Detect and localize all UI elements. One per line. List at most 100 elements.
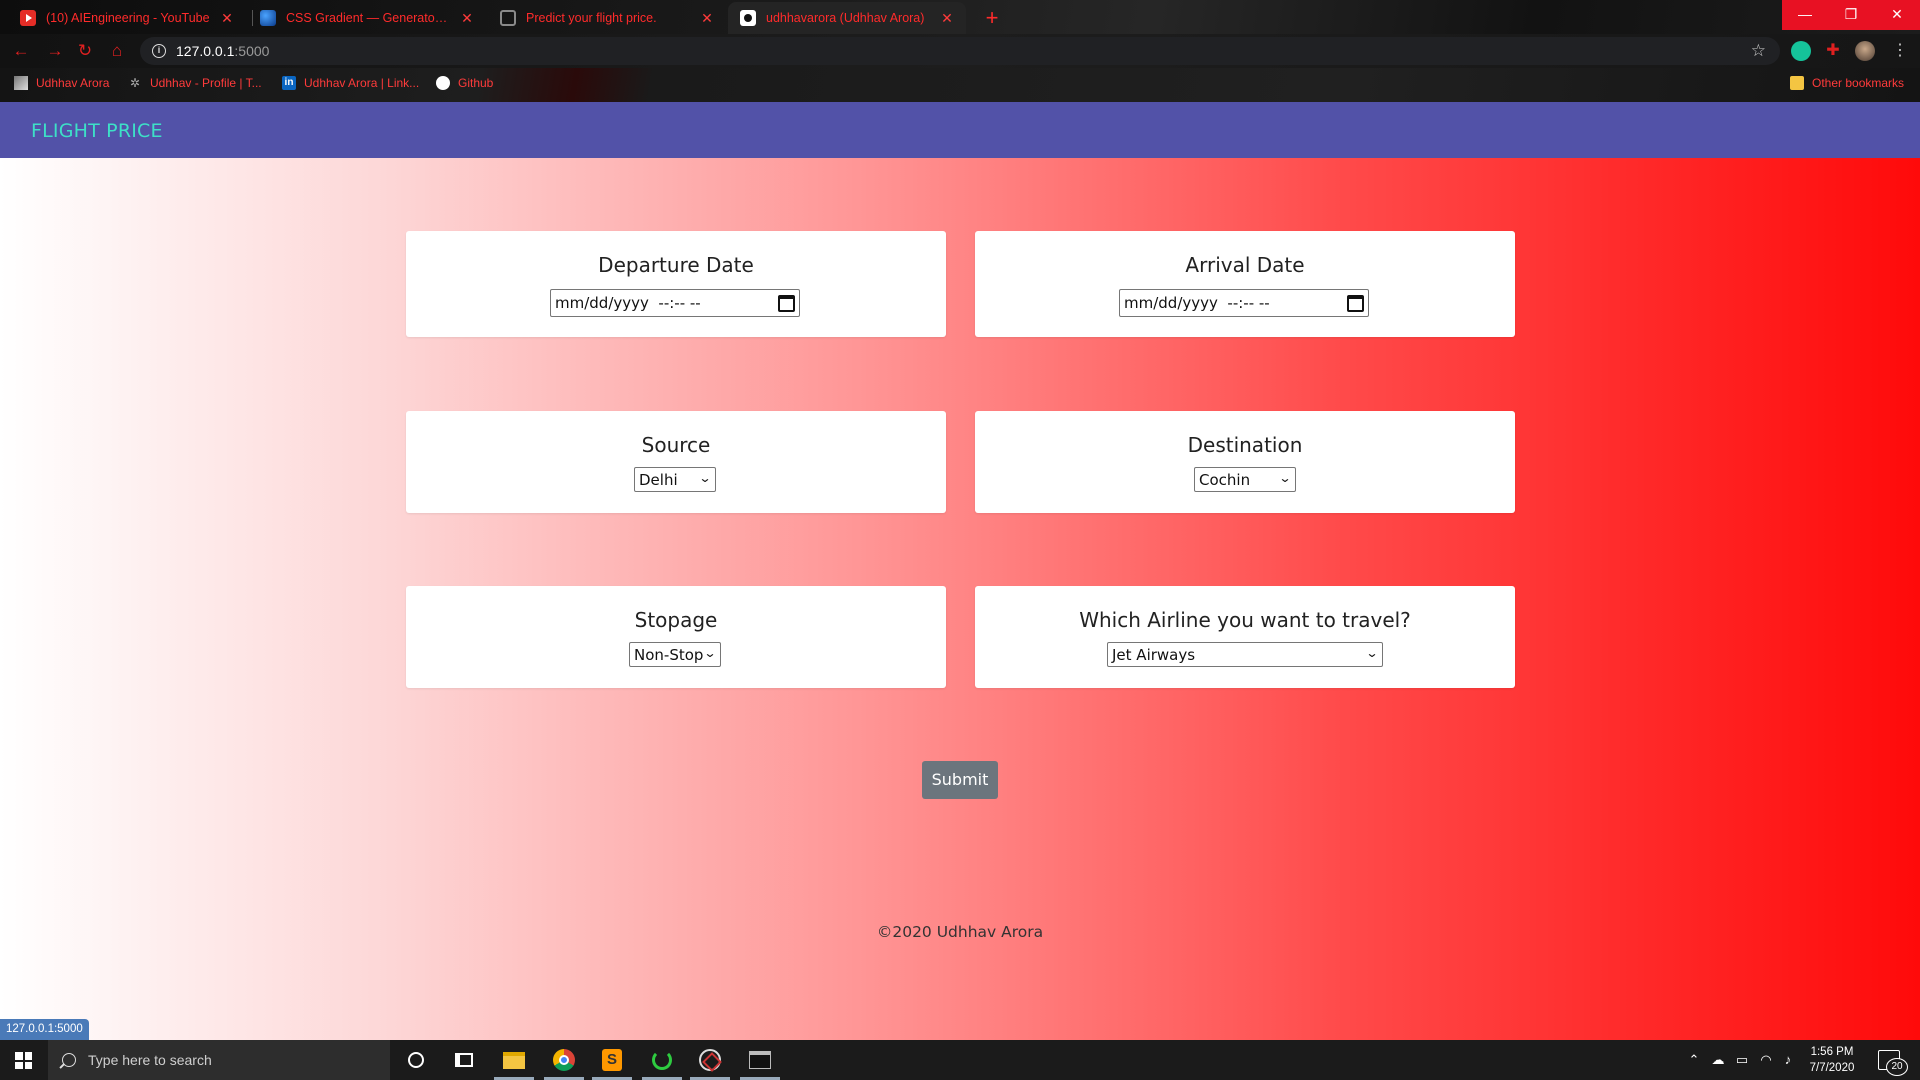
restore-button[interactable]: ❐	[1828, 0, 1874, 30]
taskbar-chrome[interactable]	[540, 1040, 588, 1080]
onedrive-cloud-icon[interactable]: ☁	[1710, 1052, 1726, 1068]
page-content: FLIGHT PRICE Departure Date mm/dd/yyyy -…	[0, 102, 1920, 1040]
taskbar-loader-app[interactable]	[638, 1040, 686, 1080]
close-icon[interactable]: ✕	[460, 10, 474, 27]
departure-card: Departure Date mm/dd/yyyy --:-- --	[406, 231, 946, 337]
chrome-icon	[553, 1049, 575, 1071]
info-icon[interactable]: i	[152, 44, 166, 58]
tab-label: Predict your flight price.	[526, 11, 657, 25]
bookmark-item[interactable]: Udhhav Arora	[14, 76, 109, 90]
taskbar-sublime[interactable]: S	[588, 1040, 636, 1080]
departure-placeholder: mm/dd/yyyy --:-- --	[555, 294, 701, 312]
calendar-icon[interactable]	[778, 295, 795, 312]
airline-select[interactable]: Jet Airways ⌄	[1107, 642, 1383, 667]
taskbar-clock[interactable]: 1:56 PM 7/7/2020	[1800, 1044, 1864, 1076]
source-card: Source Delhi ⌄	[406, 411, 946, 513]
tab-css-gradient[interactable]: CSS Gradient — Generator, Mak ✕	[248, 2, 486, 34]
spider-web-icon	[699, 1049, 721, 1071]
bookmark-item[interactable]: Github	[436, 76, 493, 90]
close-icon[interactable]: ✕	[220, 10, 234, 27]
bookmarks-bar: Udhhav Arora ✲ Udhhav - Profile | T... i…	[0, 68, 1920, 102]
clock-date: 7/7/2020	[1809, 1062, 1855, 1074]
bookmark-label: Github	[458, 76, 494, 90]
home-icon[interactable]: ⌂	[104, 39, 130, 63]
submit-button[interactable]: Submit	[922, 761, 998, 799]
chevron-down-icon: ⌄	[698, 471, 712, 485]
cortana-button[interactable]	[392, 1040, 440, 1080]
arrival-placeholder: mm/dd/yyyy --:-- --	[1124, 294, 1270, 312]
bookmark-label: Udhhav - Profile | T...	[150, 76, 262, 90]
chevron-up-icon[interactable]: ⌃	[1686, 1052, 1702, 1068]
app-navbar: FLIGHT PRICE	[0, 102, 1920, 158]
back-arrow-icon[interactable]: ←	[8, 39, 34, 63]
url-host: 127.0.0.1	[176, 43, 235, 59]
new-tab-button[interactable]: +	[978, 4, 1006, 32]
volume-icon[interactable]: ♪	[1780, 1052, 1796, 1068]
departure-datetime-input[interactable]: mm/dd/yyyy --:-- --	[550, 289, 800, 317]
reload-icon[interactable]: ↻	[72, 39, 98, 63]
notification-count: 20	[1886, 1058, 1908, 1076]
close-icon[interactable]: ✕	[940, 10, 954, 27]
clock-time: 1:56 PM	[1810, 1046, 1854, 1058]
profile-avatar[interactable]	[1855, 41, 1875, 61]
profile-photo-icon	[14, 76, 28, 90]
sublime-text-icon: S	[602, 1049, 622, 1071]
stopage-card: Stopage Non-Stop ⌄	[406, 586, 946, 688]
status-bar-url: 127.0.0.1:5000	[0, 1019, 89, 1040]
stopage-title: Stopage	[634, 608, 718, 632]
chevron-down-icon: ⌄	[703, 646, 717, 660]
windows-taskbar: Type here to search S ⌃ ☁ ▭ ◠ ♪ 1:56 PM …	[0, 1040, 1920, 1080]
start-button[interactable]	[0, 1040, 48, 1080]
arrival-datetime-input[interactable]: mm/dd/yyyy --:-- --	[1119, 289, 1369, 317]
refresh-circle-icon	[652, 1050, 672, 1070]
other-bookmarks[interactable]: Other bookmarks	[1790, 76, 1904, 90]
taskbar-terminal[interactable]	[736, 1040, 784, 1080]
forward-arrow-icon[interactable]: →	[42, 39, 68, 63]
source-value: Delhi	[639, 470, 678, 489]
kaggle-icon: ✲	[129, 76, 141, 90]
brand-link[interactable]: FLIGHT PRICE	[31, 120, 163, 142]
stopage-select[interactable]: Non-Stop ⌄	[629, 642, 721, 667]
extensions-puzzle-icon[interactable]: ✚	[1823, 41, 1843, 61]
linkedin-icon: in	[282, 76, 296, 90]
window-close-button[interactable]: ✕	[1874, 0, 1920, 30]
tab-github[interactable]: udhhavarora (Udhhav Arora) ✕	[728, 2, 966, 34]
airline-title: Which Airline you want to travel?	[1079, 608, 1411, 632]
taskbar-search[interactable]: Type here to search	[48, 1040, 390, 1080]
airline-card: Which Airline you want to travel? Jet Ai…	[975, 586, 1515, 688]
folder-icon	[503, 1051, 525, 1069]
destination-value: Cochin	[1199, 470, 1251, 489]
tab-flight-price[interactable]: Predict your flight price. ✕	[488, 2, 726, 34]
bookmark-label: Udhhav Arora	[36, 76, 110, 90]
wifi-icon[interactable]: ◠	[1758, 1052, 1774, 1068]
stopage-value: Non-Stop	[634, 645, 704, 664]
source-title: Source	[641, 433, 711, 457]
minimize-button[interactable]: —	[1782, 0, 1828, 30]
css-gradient-icon	[260, 10, 276, 26]
destination-select[interactable]: Cochin ⌄	[1194, 467, 1296, 492]
grammarly-extension-icon[interactable]	[1791, 41, 1811, 61]
address-bar[interactable]: i 127.0.0.1:5000 ☆	[140, 37, 1780, 65]
bookmark-item[interactable]: in Udhhav Arora | Link...	[282, 76, 419, 90]
footer-copyright: ©2020 Udhhav Arora	[876, 923, 1044, 941]
chevron-down-icon: ⌄	[1278, 471, 1292, 485]
chevron-down-icon: ⌄	[1365, 646, 1379, 660]
browser-tab-bar: (10) AIEngineering - YouTube ✕ CSS Gradi…	[0, 0, 1920, 34]
tab-youtube[interactable]: (10) AIEngineering - YouTube ✕	[8, 2, 246, 34]
tab-label: udhhavarora (Udhhav Arora)	[766, 11, 925, 25]
source-select[interactable]: Delhi ⌄	[634, 467, 716, 492]
taskbar-file-explorer[interactable]	[490, 1040, 538, 1080]
search-placeholder: Type here to search	[88, 1052, 212, 1068]
arrival-title: Arrival Date	[1185, 253, 1305, 277]
taskbar-spider-app[interactable]	[686, 1040, 734, 1080]
destination-title: Destination	[1187, 433, 1303, 457]
kebab-menu-icon[interactable]: ⋮	[1890, 41, 1910, 61]
bookmark-star-icon[interactable]: ☆	[1751, 41, 1766, 61]
calendar-icon[interactable]	[1347, 295, 1364, 312]
battery-icon[interactable]: ▭	[1734, 1052, 1750, 1068]
close-icon[interactable]: ✕	[700, 10, 714, 27]
task-view-button[interactable]	[440, 1040, 488, 1080]
search-icon	[62, 1053, 76, 1067]
bookmark-item[interactable]: ✲ Udhhav - Profile | T...	[128, 76, 262, 90]
cortana-icon	[408, 1052, 424, 1068]
